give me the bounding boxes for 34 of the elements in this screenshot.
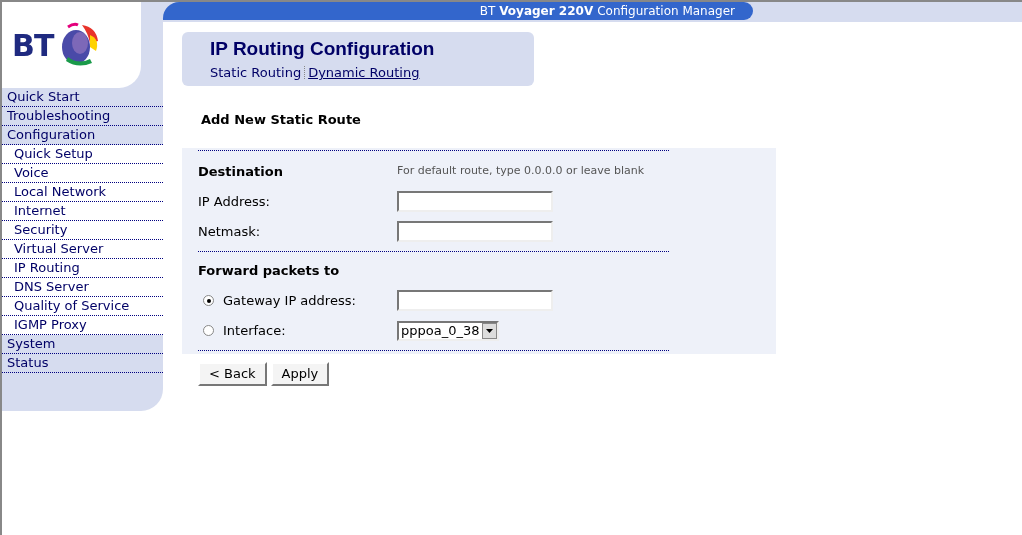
- radio-button[interactable]: [203, 295, 214, 306]
- input-field[interactable]: [397, 191, 553, 212]
- caret-icon: [481, 322, 497, 339]
- option-label: Interface:: [223, 321, 286, 340]
- menu-item[interactable]: DNS Server: [14, 277, 89, 297]
- menu-item[interactable]: Quick Setup: [14, 144, 93, 164]
- title-text: Configuration Manager: [597, 3, 735, 20]
- menu-item[interactable]: Internet: [14, 201, 66, 221]
- tab-link[interactable]: Dynamic Routing: [308, 63, 420, 83]
- destination-heading: Destination: [198, 162, 284, 181]
- forward-heading: Forward packets to: [198, 261, 341, 280]
- form-button[interactable]: Apply: [270, 361, 330, 386]
- section-title: Add New Static Route: [201, 111, 362, 129]
- page-title: IP Routing Configuration: [210, 38, 436, 60]
- interface-dropdown[interactable]: pppoa_0_38: [397, 320, 499, 341]
- menu-item[interactable]: IGMP Proxy: [14, 315, 87, 335]
- model-name: Voyager 220V: [499, 3, 594, 20]
- hint-text: For default route, type 0.0.0.0 or leave blank: [397, 163, 645, 180]
- radio-button[interactable]: [203, 325, 214, 336]
- tab-link[interactable]: Static Routing: [210, 63, 302, 83]
- menu-item[interactable]: Quality of Service: [14, 296, 130, 316]
- form-button[interactable]: < Back: [198, 361, 267, 386]
- input-field[interactable]: [397, 221, 553, 242]
- title-text: BT: [479, 3, 496, 20]
- menu-item[interactable]: IP Routing: [14, 258, 80, 278]
- menu-item[interactable]: Voice: [14, 163, 49, 183]
- menu-item[interactable]: Security: [14, 220, 68, 240]
- logo-text: BT: [12, 26, 54, 65]
- menu-item[interactable]: Virtual Server: [14, 239, 104, 259]
- option-label: Gateway IP address:: [223, 291, 356, 310]
- field-label: Netmask:: [198, 222, 262, 241]
- menu-item[interactable]: Local Network: [14, 182, 107, 202]
- field-label: IP Address:: [198, 192, 271, 211]
- input-field[interactable]: [397, 290, 553, 311]
